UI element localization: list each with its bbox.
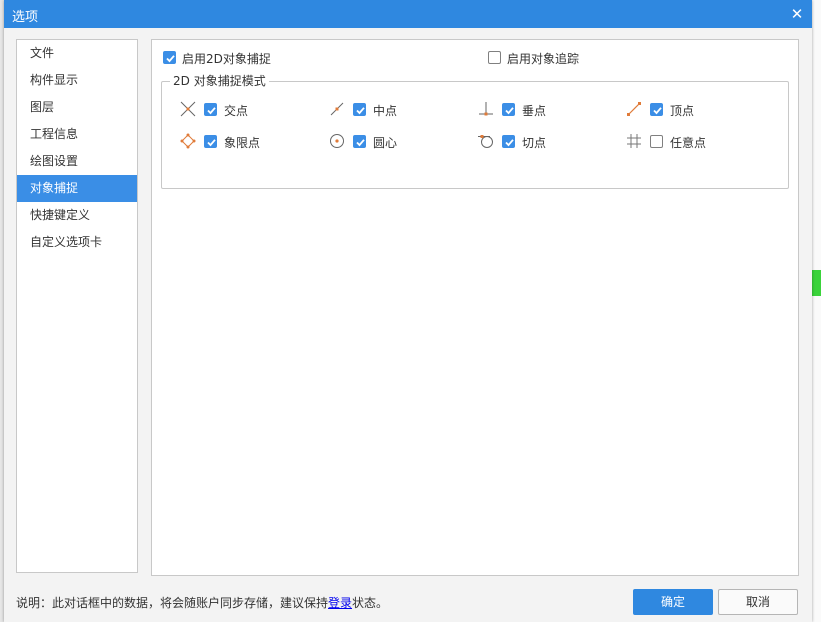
grid-icon bbox=[625, 132, 643, 150]
sidebar-item-layers[interactable]: 图层 bbox=[17, 94, 137, 121]
sidebar-item-object-snap[interactable]: 对象捕捉 bbox=[17, 175, 137, 202]
enable-tracking-checkbox[interactable] bbox=[488, 51, 501, 64]
snap-quadrant-label: 象限点 bbox=[224, 136, 261, 150]
snap-quadrant-checkbox[interactable] bbox=[204, 135, 217, 148]
sidebar-item-shortcuts[interactable]: 快捷键定义 bbox=[17, 202, 137, 229]
snap-midpoint-checkbox[interactable] bbox=[353, 103, 366, 116]
background-strip-right bbox=[812, 0, 821, 622]
intersection-icon bbox=[179, 100, 197, 118]
snap-tangent-checkbox[interactable] bbox=[502, 135, 515, 148]
sidebar-item-custom-tabs[interactable]: 自定义选项卡 bbox=[17, 229, 137, 256]
footer-note-suffix: 状态。 bbox=[352, 596, 389, 610]
snap-mode-group: 2D 对象捕捉模式 交点 中点 垂点 顶点 象限点 圆心 切点 任意点 bbox=[161, 73, 789, 189]
footer-note-prefix: 说明：此对话框中的数据，将会随账户同步存储，建议保持 bbox=[16, 596, 329, 610]
enable-2d-snap-checkbox[interactable] bbox=[163, 51, 176, 64]
options-dialog: 选项 ✕ 文件 构件显示 图层 工程信息 绘图设置 对象捕捉 快捷键定义 自定义… bbox=[4, 0, 812, 622]
ok-button[interactable]: 确定 bbox=[633, 589, 713, 615]
close-icon[interactable]: ✕ bbox=[788, 4, 806, 24]
midpoint-icon bbox=[328, 100, 346, 118]
snap-any-point-checkbox[interactable] bbox=[650, 135, 663, 148]
options-sidebar: 文件 构件显示 图层 工程信息 绘图设置 对象捕捉 快捷键定义 自定义选项卡 bbox=[16, 39, 138, 573]
quadrant-icon bbox=[179, 132, 197, 150]
dialog-titlebar[interactable]: 选项 ✕ bbox=[4, 0, 812, 28]
snap-endpoint-label: 顶点 bbox=[670, 104, 695, 118]
sidebar-item-file[interactable]: 文件 bbox=[17, 40, 137, 67]
login-link[interactable]: 登录 bbox=[328, 596, 352, 610]
background-green-marker bbox=[812, 270, 821, 296]
tangent-icon bbox=[477, 132, 495, 150]
sidebar-item-drawing-settings[interactable]: 绘图设置 bbox=[17, 148, 137, 175]
enable-2d-snap-label: 启用2D对象捕捉 bbox=[182, 52, 271, 66]
snap-tangent-label: 切点 bbox=[522, 136, 547, 150]
snap-any-point-label: 任意点 bbox=[670, 136, 707, 150]
snap-mode-group-title: 2D 对象捕捉模式 bbox=[170, 73, 269, 89]
dialog-title: 选项 bbox=[12, 10, 39, 25]
cancel-button[interactable]: 取消 bbox=[718, 589, 798, 615]
sidebar-item-component-display[interactable]: 构件显示 bbox=[17, 67, 137, 94]
sidebar-item-project-info[interactable]: 工程信息 bbox=[17, 121, 137, 148]
object-snap-panel: 启用2D对象捕捉 启用对象追踪 2D 对象捕捉模式 交点 中点 垂点 顶点 象限… bbox=[151, 39, 799, 576]
snap-intersection-label: 交点 bbox=[224, 104, 249, 118]
snap-endpoint-checkbox[interactable] bbox=[650, 103, 663, 116]
snap-perpendicular-label: 垂点 bbox=[522, 104, 547, 118]
enable-tracking-label: 启用对象追踪 bbox=[507, 52, 580, 66]
snap-midpoint-label: 中点 bbox=[373, 104, 398, 118]
snap-intersection-checkbox[interactable] bbox=[204, 103, 217, 116]
center-icon bbox=[328, 132, 346, 150]
snap-center-checkbox[interactable] bbox=[353, 135, 366, 148]
snap-center-label: 圆心 bbox=[373, 136, 398, 150]
snap-perpendicular-checkbox[interactable] bbox=[502, 103, 515, 116]
footer-note: 说明：此对话框中的数据，将会随账户同步存储，建议保持登录状态。 bbox=[16, 594, 388, 611]
perpendicular-icon bbox=[477, 100, 495, 118]
endpoint-icon bbox=[625, 100, 643, 118]
